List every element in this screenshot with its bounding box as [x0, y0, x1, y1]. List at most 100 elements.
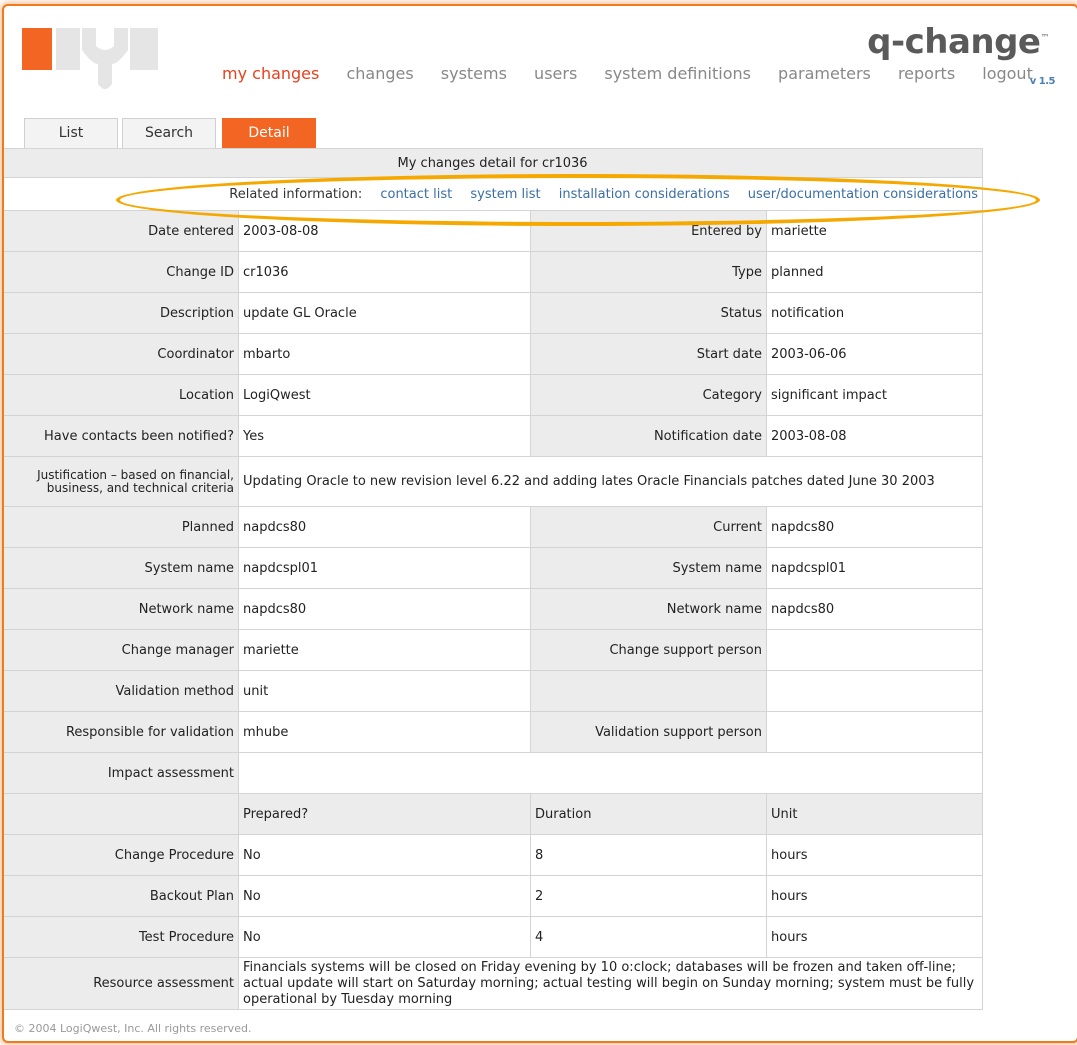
value-test-procedure-duration: 4 [530, 916, 767, 958]
brand-trademark: ™ [1040, 33, 1050, 44]
app-window: q-change™ v 1.5 my changes changes syste… [2, 4, 1077, 1043]
brand-name: q-change [867, 22, 1041, 62]
value-notification-date: 2003-08-08 [765, 415, 984, 457]
label-planned: Planned [4, 506, 239, 548]
label-network-name-planned: Network name [4, 588, 239, 630]
label-change-support-person: Change support person [530, 629, 767, 671]
logo-grey-block-right [130, 28, 158, 70]
value-backout-plan-unit: hours [765, 875, 984, 917]
value-current: napdcs80 [765, 506, 984, 548]
nav-systems[interactable]: systems [441, 64, 507, 83]
value-contacts-notified: Yes [238, 415, 531, 457]
label-test-procedure: Test Procedure [4, 916, 239, 958]
nav-logout[interactable]: logout [982, 64, 1033, 83]
logo-grey-block [56, 28, 80, 70]
main-nav: my changes changes systems users system … [222, 64, 1033, 83]
label-backout-plan: Backout Plan [4, 875, 239, 917]
empty-label-cell [530, 670, 767, 712]
label-date-entered: Date entered [4, 210, 239, 252]
label-start-date: Start date [530, 333, 767, 375]
label-coordinator: Coordinator [4, 333, 239, 375]
label-contacts-notified: Have contacts been notified? [4, 415, 239, 457]
related-label: Related information: [229, 186, 363, 202]
detail-title: My changes detail for cr1036 [4, 148, 984, 178]
value-change-procedure-unit: hours [765, 834, 984, 876]
label-status: Status [530, 292, 767, 334]
link-user-documentation-considerations[interactable]: user/documentation considerations [748, 187, 978, 202]
brand-logo: q-change™ v 1.5 [867, 22, 1055, 87]
nav-my-changes[interactable]: my changes [222, 64, 319, 83]
nav-system-definitions[interactable]: system definitions [604, 64, 751, 83]
nav-users[interactable]: users [534, 64, 577, 83]
label-entered-by: Entered by [530, 210, 767, 252]
label-change-procedure: Change Procedure [4, 834, 239, 876]
label-network-name-current: Network name [530, 588, 767, 630]
nav-changes[interactable]: changes [346, 64, 413, 83]
value-network-name-current: napdcs80 [765, 588, 984, 630]
value-change-procedure-duration: 8 [530, 834, 767, 876]
link-contact-list[interactable]: contact list [380, 187, 452, 202]
value-coordinator: mbarto [238, 333, 531, 375]
label-responsible-validation: Responsible for validation [4, 711, 239, 753]
value-entered-by: mariette [765, 210, 984, 252]
value-backout-plan-duration: 2 [530, 875, 767, 917]
label-validation-support-person: Validation support person [530, 711, 767, 753]
value-date-entered: 2003-08-08 [238, 210, 531, 252]
nav-reports[interactable]: reports [898, 64, 955, 83]
value-responsible-validation: mhube [238, 711, 531, 753]
label-system-name-current: System name [530, 547, 767, 589]
label-impact-assessment: Impact assessment [4, 752, 239, 794]
value-start-date: 2003-06-06 [765, 333, 984, 375]
value-impact-assessment [237, 752, 984, 794]
header-prepared: Prepared? [238, 793, 531, 835]
label-location: Location [4, 374, 239, 416]
label-notification-date: Notification date [530, 415, 767, 457]
value-validation-support-person [765, 711, 984, 753]
tab-list[interactable]: List [24, 118, 118, 148]
label-description: Description [4, 292, 239, 334]
label-change-manager: Change manager [4, 629, 239, 671]
header-unit: Unit [765, 793, 984, 835]
label-justification: Justification – based on financial, busi… [4, 456, 239, 507]
value-justification: Updating Oracle to new revision level 6.… [237, 456, 984, 507]
value-type: planned [765, 251, 984, 293]
value-validation-method: unit [238, 670, 531, 712]
tab-search[interactable]: Search [122, 118, 216, 148]
value-test-procedure-prepared: No [238, 916, 531, 958]
related-information: Related information: contact list system… [4, 177, 984, 211]
tab-detail[interactable]: Detail [222, 118, 316, 148]
value-planned: napdcs80 [238, 506, 531, 548]
value-change-manager: mariette [238, 629, 531, 671]
copyright-footer: © 2004 LogiQwest, Inc. All rights reserv… [14, 1022, 252, 1035]
label-type: Type [530, 251, 767, 293]
logo-orange-block [22, 28, 52, 70]
value-backout-plan-prepared: No [238, 875, 531, 917]
value-description: update GL Oracle [238, 292, 531, 334]
value-test-procedure-unit: hours [765, 916, 984, 958]
label-validation-method: Validation method [4, 670, 239, 712]
value-change-id: cr1036 [238, 251, 531, 293]
nav-parameters[interactable]: parameters [778, 64, 871, 83]
logo-icon [82, 28, 128, 89]
change-detail-table: My changes detail for cr1036 Related inf… [4, 148, 984, 1010]
link-system-list[interactable]: system list [470, 187, 540, 202]
procedure-header-blank [4, 793, 239, 835]
value-change-support-person [765, 629, 984, 671]
value-resource-assessment: Financials systems will be closed on Fri… [237, 957, 984, 1010]
label-current: Current [530, 506, 767, 548]
value-change-procedure-prepared: No [238, 834, 531, 876]
brand-version: v 1.5 [1029, 76, 1056, 87]
label-category: Category [530, 374, 767, 416]
header-duration: Duration [530, 793, 767, 835]
value-category: significant impact [765, 374, 984, 416]
value-network-name-planned: napdcs80 [238, 588, 531, 630]
empty-value-cell [765, 670, 984, 712]
value-status: notification [765, 292, 984, 334]
value-location: LogiQwest [238, 374, 531, 416]
label-resource-assessment: Resource assessment [4, 957, 239, 1010]
link-installation-considerations[interactable]: installation considerations [559, 187, 730, 202]
label-change-id: Change ID [4, 251, 239, 293]
value-system-name-current: napdcspl01 [765, 547, 984, 589]
label-system-name-planned: System name [4, 547, 239, 589]
value-system-name-planned: napdcspl01 [238, 547, 531, 589]
